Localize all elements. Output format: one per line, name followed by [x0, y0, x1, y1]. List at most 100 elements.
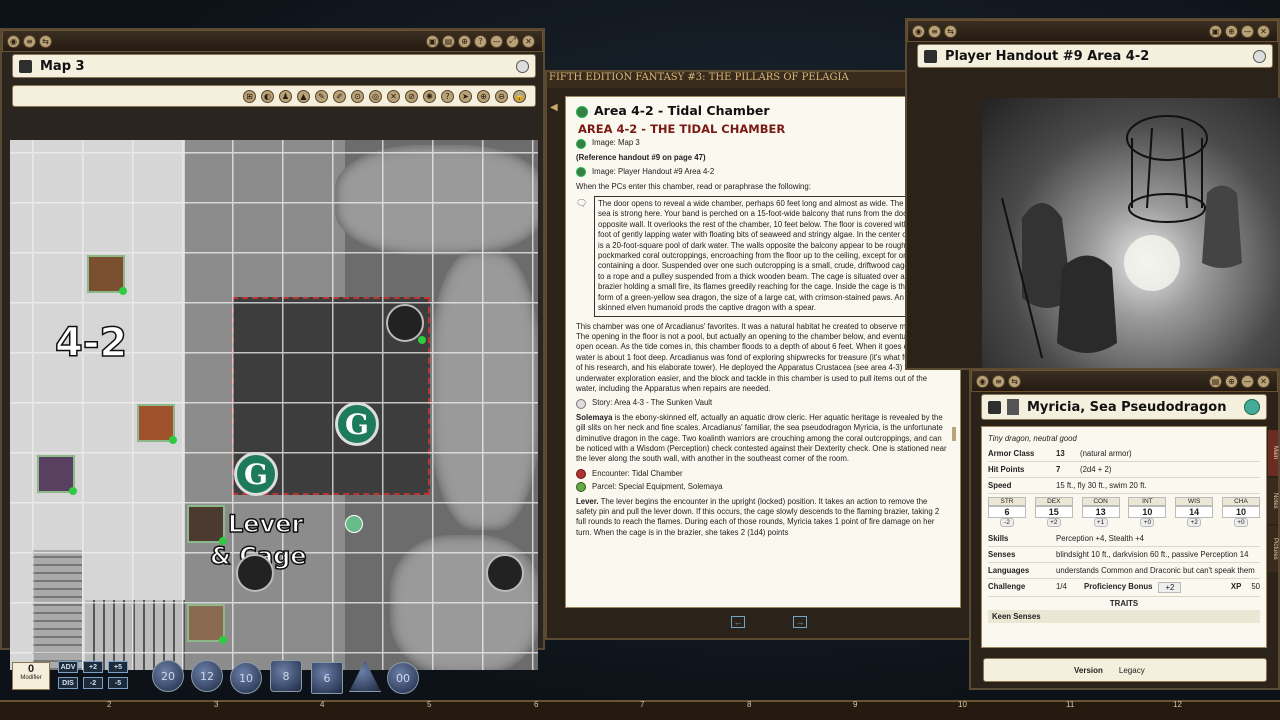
ability-cha[interactable]: CHA 10 +0: [1221, 497, 1260, 527]
select-icon[interactable]: ◎: [369, 89, 382, 103]
draw-icon[interactable]: ✎: [315, 89, 328, 103]
advantage-button[interactable]: ADV: [58, 661, 78, 673]
token-icon[interactable]: ♟: [279, 89, 292, 103]
d10-die[interactable]: 10: [230, 662, 262, 694]
ability-str[interactable]: STR 6 -2: [988, 497, 1026, 527]
creature-window[interactable]: ◉ ≡ ⇆ ▤ ⊕ — ✕ Myricia, Sea Pseudodragon …: [969, 368, 1280, 690]
encounter-link[interactable]: Encounter: Tidal Chamber: [576, 469, 950, 479]
hotkey-slot[interactable]: 9: [853, 700, 857, 709]
drow-cleric-token[interactable]: [386, 304, 426, 344]
close-icon[interactable]: ✕: [522, 34, 535, 48]
hotkey-slot[interactable]: 7: [640, 700, 644, 709]
koalinth-token[interactable]: [236, 554, 274, 592]
ability-int[interactable]: INT 10 +0: [1128, 497, 1167, 527]
minimize-icon[interactable]: —: [1241, 24, 1254, 38]
help-icon[interactable]: ?: [474, 34, 487, 48]
lock-icon[interactable]: ◉: [912, 24, 925, 38]
handout-illustration[interactable]: [982, 98, 1280, 370]
hotkey-slot[interactable]: 10: [958, 700, 967, 709]
zoom-icon[interactable]: ▣: [426, 34, 439, 48]
zoom-in-icon[interactable]: ⊕: [477, 89, 490, 103]
skills-value[interactable]: Perception +4, Stealth +4: [1056, 534, 1144, 543]
handout-menu-button[interactable]: [1253, 49, 1266, 63]
hotkey-slot[interactable]: 12: [1173, 700, 1182, 709]
story-link[interactable]: Story: Area 4-3 - The Sunken Vault: [576, 398, 950, 409]
ability-dex[interactable]: DEX 15 +2: [1034, 497, 1073, 527]
ability-wis[interactable]: WIS 14 +2: [1175, 497, 1214, 527]
share-icon[interactable]: ⇆: [39, 34, 52, 48]
group-token[interactable]: G: [234, 452, 278, 496]
story-link-icon[interactable]: [576, 105, 588, 118]
link-icon[interactable]: ⊕: [1225, 24, 1238, 38]
d8-die[interactable]: 8: [270, 660, 302, 692]
minimize-icon[interactable]: —: [1241, 374, 1254, 388]
senses-value[interactable]: blindsight 10 ft., darkvision 60 ft., pa…: [1056, 550, 1248, 559]
map-menu-button[interactable]: [516, 59, 529, 73]
image-link[interactable]: Image: Map 3: [576, 138, 950, 149]
link-icon[interactable]: ⊕: [458, 34, 471, 48]
shortcut-icon[interactable]: ◐: [261, 89, 274, 103]
link-icon[interactable]: ⊕: [1225, 374, 1238, 388]
pointer-icon[interactable]: ➤: [459, 89, 472, 103]
handout-titlebar[interactable]: ◉ ≡ ⇆ ▣ ⊕ — ✕: [907, 20, 1278, 42]
creature-titlebar[interactable]: ◉ ≡ ⇆ ▤ ⊕ — ✕: [971, 370, 1278, 392]
minimize-icon[interactable]: —: [490, 34, 503, 48]
armor-class-value[interactable]: 13: [1056, 449, 1080, 458]
pseudodragon-token[interactable]: [345, 515, 363, 533]
hotkey-slot[interactable]: 6: [534, 700, 538, 709]
hotkey-slot[interactable]: 11: [1066, 700, 1074, 709]
pin-icon[interactable]: ≡: [992, 374, 1005, 388]
lock-icon[interactable]: ◉: [7, 34, 20, 48]
map-window[interactable]: ◉ ≡ ⇆ ▣ ▤ ⊕ ? — ⤢ ✕ Map 3 ⊞ ◐ ♟ ▲ ✎ ✐ ⊙ …: [0, 28, 545, 670]
d12-die[interactable]: 12: [191, 660, 223, 692]
hotkey-slot[interactable]: 5: [427, 700, 431, 709]
close-icon[interactable]: ✕: [1257, 24, 1270, 38]
version-value[interactable]: Legacy: [1119, 666, 1145, 675]
hit-points-value[interactable]: 7: [1056, 465, 1080, 474]
grid-tool-icon[interactable]: ⊞: [243, 89, 256, 103]
measure-icon[interactable]: ⊘: [405, 89, 418, 103]
image-link[interactable]: Image: Player Handout #9 Area 4-2: [576, 167, 950, 178]
pin-icon[interactable]: ≡: [928, 24, 941, 38]
share-icon[interactable]: ⇆: [1008, 374, 1021, 388]
proficiency-value[interactable]: +2: [1158, 582, 1182, 593]
lock-icon[interactable]: ▤: [442, 34, 455, 48]
zoom-icon[interactable]: ▣: [1209, 24, 1222, 38]
hotkey-slot[interactable]: 4: [320, 700, 324, 709]
d6-die[interactable]: 6: [311, 662, 343, 694]
target-icon[interactable]: ⊙: [351, 89, 364, 103]
lock-icon[interactable]: ◉: [976, 374, 989, 388]
hotkey-slot[interactable]: 2: [107, 700, 111, 709]
speech-icon[interactable]: 🗨: [576, 198, 587, 208]
tab-notes[interactable]: Notes: [1268, 478, 1278, 524]
previous-page-button[interactable]: ←: [731, 616, 745, 628]
d20-die[interactable]: 20: [152, 660, 184, 692]
pc-token[interactable]: [187, 604, 227, 644]
tab-main[interactable]: Main: [1268, 430, 1278, 476]
zoom-out-icon[interactable]: ⊖: [495, 89, 508, 103]
lighting-icon[interactable]: ✺: [423, 89, 436, 103]
plus-2-button[interactable]: +2: [83, 661, 103, 673]
creature-token-icon[interactable]: [1244, 399, 1260, 415]
trait-name[interactable]: Keen Senses: [988, 610, 1260, 623]
restore-icon[interactable]: ⤢: [506, 34, 519, 48]
lock-map-icon[interactable]: 🔒: [513, 89, 526, 103]
plus-5-button[interactable]: +5: [108, 661, 128, 673]
pc-token[interactable]: [87, 255, 127, 295]
share-icon[interactable]: ⇆: [944, 24, 957, 38]
hotkey-slot[interactable]: 3: [214, 700, 218, 709]
modifier-box[interactable]: 0 Modifier: [12, 662, 50, 690]
hotkey-slot[interactable]: 8: [747, 700, 751, 709]
pc-token[interactable]: [37, 455, 77, 495]
d100-die[interactable]: 00: [387, 662, 419, 694]
disadvantage-button[interactable]: DIS: [58, 677, 78, 689]
parcel-link[interactable]: Parcel: Special Equipment, Solemaya: [576, 482, 950, 493]
paint-icon[interactable]: ✐: [333, 89, 346, 103]
languages-value[interactable]: understands Common and Draconic but can'…: [1056, 566, 1255, 575]
speed-value[interactable]: 15 ft., fly 30 ft., swim 20 ft.: [1056, 481, 1147, 490]
info-icon[interactable]: ?: [441, 89, 454, 103]
koalinth-token[interactable]: [486, 554, 524, 592]
minus-5-button[interactable]: -5: [108, 677, 128, 689]
xp-value[interactable]: 50: [1251, 582, 1260, 591]
close-icon[interactable]: ✕: [1257, 374, 1270, 388]
